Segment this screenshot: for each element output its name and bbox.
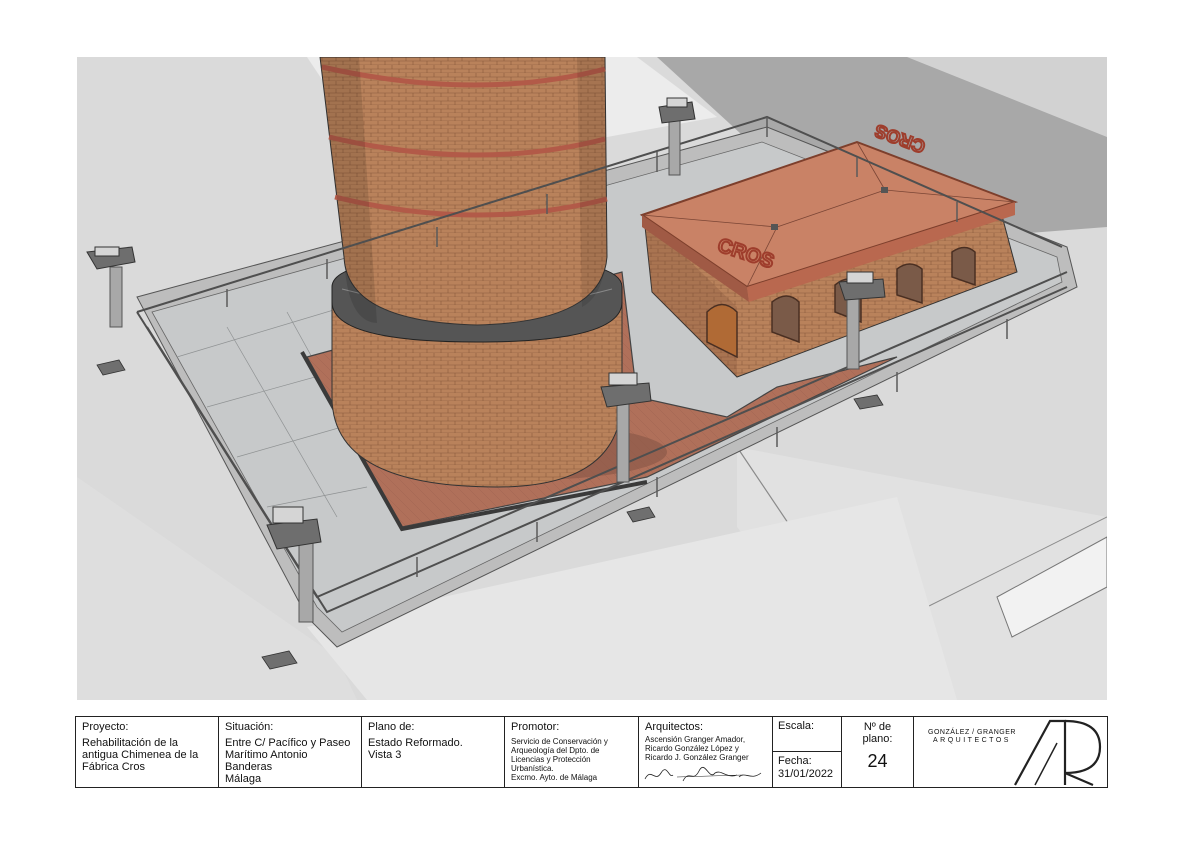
firm-line1: GONZÁLEZ / GRANGER	[928, 729, 1016, 736]
promotor-label: Promotor:	[511, 721, 560, 733]
firm-line2: ARQUITECTOS	[933, 737, 1011, 744]
plano-value: Estado Reformado. Vista 3	[368, 737, 463, 761]
arquitectos-value: Ascensión Granger Amador, Ricardo Gonzál…	[645, 735, 749, 762]
plano-label: Plano de:	[368, 721, 415, 733]
situacion-cell: Situación: Entre C/ Pacífico y Paseo Mar…	[219, 717, 362, 787]
fecha-value: 31/01/2022	[778, 768, 834, 780]
nplano-value: 24	[867, 751, 888, 771]
fecha-label: Fecha:	[778, 755, 812, 767]
title-block: Proyecto: Rehabilitación de la antigua C…	[75, 716, 1108, 788]
promotor-cell: Promotor: Servicio de Conservación y Arq…	[505, 717, 639, 787]
rendered-view: CROS CROS	[77, 57, 1107, 700]
proyecto-cell: Proyecto: Rehabilitación de la antigua C…	[76, 717, 219, 787]
signatures-icon	[644, 766, 762, 782]
plano-cell: Plano de: Estado Reformado. Vista 3	[362, 717, 505, 787]
arquitectos-cell: Arquitectos: Ascensión Granger Amador, R…	[639, 717, 773, 787]
situacion-label: Situación:	[225, 721, 274, 733]
promotor-value: Servicio de Conservación y Arqueología d…	[511, 737, 608, 782]
firm-logo-cell: GONZÁLEZ / GRANGER ARQUITECTOS	[914, 717, 1107, 787]
proyecto-label: Proyecto:	[82, 721, 129, 733]
arquitectos-label: Arquitectos:	[645, 721, 704, 733]
nplano-label: Nº de plano:	[862, 721, 893, 745]
fecha-sub: Fecha: 31/01/2022	[773, 752, 841, 787]
escala-sub: Escala:	[773, 717, 841, 752]
arq-logo-icon	[1014, 719, 1102, 787]
escala-fecha-cell: Escala: Fecha: 31/01/2022	[773, 717, 842, 787]
escala-label: Escala:	[778, 720, 815, 732]
situacion-value: Entre C/ Pacífico y Paseo Marítimo Anton…	[225, 737, 351, 785]
proyecto-value: Rehabilitación de la antigua Chimenea de…	[82, 737, 199, 773]
firm-name: GONZÁLEZ / GRANGER ARQUITECTOS	[928, 729, 1016, 745]
nplano-cell: Nº de plano: 24	[842, 717, 914, 787]
